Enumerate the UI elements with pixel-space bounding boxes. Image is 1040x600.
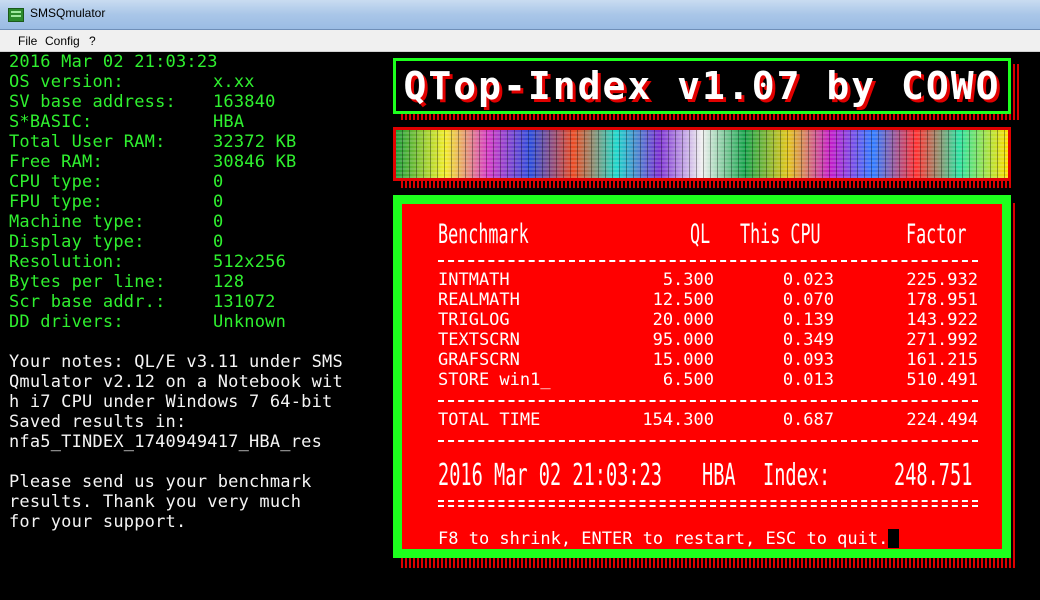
sysinfo-value: HBA: [213, 112, 245, 132]
row-ql: 6.500: [662, 370, 714, 390]
benchmark-row: REALMATH 12.500 0.070 178.951: [402, 290, 1002, 310]
sysinfo-value: 0: [213, 172, 224, 192]
row-name: REALMATH: [438, 290, 520, 310]
sysinfo-value: 30846 KB: [213, 152, 297, 172]
benchmark-panel-body: Benchmark QL This CPU Factor INTMATH 5.3…: [402, 204, 1002, 549]
notes-line: Qmulator v2.12 on a Notebook wit: [9, 372, 343, 392]
row-ql: 5.300: [662, 270, 714, 290]
header-benchmark: Benchmark: [438, 219, 529, 250]
row-cpu: 0.349: [782, 330, 834, 350]
notes-line: Saved results in:: [9, 412, 187, 432]
sysinfo-label: SV base address:: [9, 92, 176, 112]
benchmark-row: TEXTSCRN 95.000 0.349 271.992: [402, 330, 1002, 350]
sysinfo-value: 131072: [213, 292, 276, 312]
title-banner: QTop-Index v1.07 by COWO: [393, 58, 1011, 114]
sysinfo-value: 163840: [213, 92, 276, 112]
row-cpu: 0.070: [782, 290, 834, 310]
sysinfo-value: 32372 KB: [213, 132, 297, 152]
sysinfo-value: 128: [213, 272, 245, 292]
benchmark-row: TRIGLOG 20.000 0.139 143.922: [402, 310, 1002, 330]
sysinfo-label: Machine type:: [9, 212, 145, 232]
sysinfo-label: Bytes per line:: [9, 272, 166, 292]
sysinfo-label: Free RAM:: [9, 152, 103, 172]
menu-file[interactable]: File: [18, 34, 37, 48]
title-bar[interactable]: SMSQmulator: [0, 0, 1040, 30]
text-cursor: [888, 529, 900, 548]
row-factor: 271.992: [906, 330, 978, 350]
window-title: SMSQmulator: [30, 6, 106, 20]
row-factor: 178.951: [906, 290, 978, 310]
sysinfo-label: Resolution:: [9, 252, 124, 272]
sysinfo-label: CPU type:: [9, 172, 103, 192]
sysinfo-value: 0: [213, 232, 224, 252]
sysinfo-label: Total User RAM:: [9, 132, 166, 152]
row-ql: 20.000: [652, 310, 714, 330]
row-cpu: 0.139: [782, 310, 834, 330]
sysinfo-value: 0: [213, 212, 224, 232]
notes-line: Your notes: QL/E v3.11 under SMS: [9, 352, 343, 372]
row-name: TRIGLOG: [438, 310, 510, 330]
sysinfo-label: Display type:: [9, 232, 145, 252]
color-noise-strip: [393, 127, 1011, 181]
row-ql: 15.000: [652, 350, 714, 370]
benchmark-row: INTMATH 5.300 0.023 225.932: [402, 270, 1002, 290]
total-ql: 154.300: [642, 410, 714, 430]
summary-index-value: 248.751: [894, 458, 973, 493]
total-factor: 224.494: [906, 410, 978, 430]
message-line: results. Thank you very much: [9, 492, 302, 512]
header-this-cpu: This CPU: [740, 219, 821, 250]
double-separator: [438, 505, 978, 507]
footer-text: F8 to shrink, ENTER to restart, ESC to q…: [438, 529, 889, 549]
row-cpu: 0.093: [782, 350, 834, 370]
row-name: STORE win1_: [438, 370, 551, 390]
benchmark-row: GRAFSCRN 15.000 0.093 161.215: [402, 350, 1002, 370]
total-row: TOTAL TIME 154.300 0.687 224.494: [402, 410, 1002, 430]
row-factor: 225.932: [906, 270, 978, 290]
separator-line: [438, 260, 978, 262]
benchmark-panel: Benchmark QL This CPU Factor INTMATH 5.3…: [393, 195, 1011, 558]
sysinfo-value: 0: [213, 192, 224, 212]
row-factor: 510.491: [906, 370, 978, 390]
summary-basic: HBA: [702, 458, 736, 493]
sysinfo-label: OS version:: [9, 72, 124, 92]
summary-datetime: 2016 Mar 02 21:03:23: [438, 458, 662, 493]
benchmark-row: STORE win1_ 6.500 0.013 510.491: [402, 370, 1002, 390]
row-cpu: 0.023: [782, 270, 834, 290]
row-factor: 143.922: [906, 310, 978, 330]
row-name: INTMATH: [438, 270, 510, 290]
notes-line: h i7 CPU under Windows 7 64-bit: [9, 392, 333, 412]
row-name: TEXTSCRN: [438, 330, 520, 350]
app-icon: [8, 8, 24, 22]
menu-help[interactable]: ?: [89, 34, 96, 48]
banner-title: QTop-Index v1.07 by COWO: [403, 64, 1001, 108]
message-line: for your support.: [9, 512, 187, 532]
separator-line: [438, 440, 978, 442]
separator-line: [438, 400, 978, 402]
double-separator: [438, 500, 978, 502]
row-name: GRAFSCRN: [438, 350, 520, 370]
row-ql: 95.000: [652, 330, 714, 350]
total-cpu: 0.687: [782, 410, 834, 430]
header-ql: QL: [690, 219, 711, 250]
footer-instructions: F8 to shrink, ENTER to restart, ESC to q…: [438, 529, 900, 549]
console-datetime: 2016 Mar 02 21:03:23: [9, 52, 218, 72]
row-ql: 12.500: [652, 290, 714, 310]
row-cpu: 0.013: [782, 370, 834, 390]
sysinfo-label: S*BASIC:: [9, 112, 93, 132]
menu-config[interactable]: Config: [45, 34, 80, 48]
sysinfo-label: Scr base addr.:: [9, 292, 166, 312]
total-label: TOTAL TIME: [438, 410, 541, 430]
row-factor: 161.215: [906, 350, 978, 370]
sysinfo-label: DD drivers:: [9, 312, 124, 332]
notes-line: nfa5_TINDEX_1740949417_HBA_res: [9, 432, 323, 452]
header-factor: Factor: [906, 219, 967, 250]
menu-bar: File Config ?: [0, 30, 1040, 52]
sysinfo-value: Unknown: [213, 312, 287, 332]
message-line: Please send us your benchmark: [9, 472, 312, 492]
sysinfo-value: 512x256: [213, 252, 287, 272]
sysinfo-value: x.xx: [213, 72, 255, 92]
summary-index-label: Index:: [763, 458, 831, 493]
sysinfo-label: FPU type:: [9, 192, 103, 212]
